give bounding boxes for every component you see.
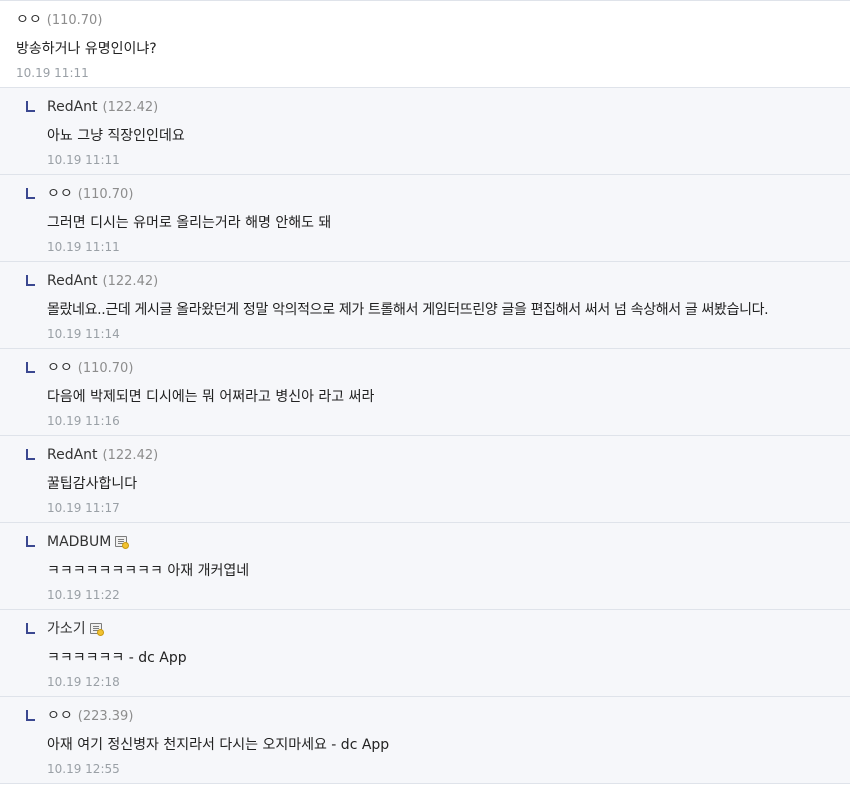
- reply-arrow-icon: [26, 101, 35, 112]
- comment-text: 방송하거나 유명인이냐?: [16, 41, 157, 57]
- comment-list: ㅇㅇ (110.70) 방송하거나 유명인이냐? 10.19 11:11 RedA…: [0, 0, 850, 784]
- comment-ip: (122.42): [102, 100, 159, 115]
- comment-ip: (122.42): [102, 448, 159, 463]
- gallery-member-icon: [89, 623, 104, 636]
- comment-date: 10.19 11:14: [47, 327, 120, 341]
- comment-nickname[interactable]: RedAnt: [47, 273, 98, 289]
- comment-nickname[interactable]: ㅇㅇ: [47, 360, 73, 376]
- reply-item: ㅇㅇ (110.70) 그러면 디시는 유머로 올리는거라 해명 안해도 돼 10…: [0, 175, 850, 262]
- comment-date: 10.19 11:17: [47, 501, 120, 515]
- reply-item: RedAnt (122.42) 아뇨 그냥 직장인인데요 10.19 11:11: [0, 88, 850, 175]
- gallery-member-icon: [115, 536, 130, 549]
- comment-nickname[interactable]: RedAnt: [47, 99, 98, 115]
- reply-arrow-icon: [26, 188, 35, 199]
- reply-arrow-icon: [26, 275, 35, 286]
- reply-item: RedAnt (122.42) 꿀팁감사합니다 10.19 11:17: [0, 436, 850, 523]
- comment-item: ㅇㅇ (110.70) 방송하거나 유명인이냐? 10.19 11:11: [0, 1, 850, 88]
- comment-date: 10.19 11:11: [47, 153, 120, 167]
- comment-date: 10.19 12:18: [47, 675, 120, 689]
- comment-nickname[interactable]: ㅇㅇ: [47, 186, 73, 202]
- comment-text: 다음에 박제되면 디시에는 뭐 어쩌라고 병신아 라고 써라: [47, 389, 375, 405]
- comment-text: ㅋㅋㅋㅋㅋㅋㅋㅋㅋ 아재 개커엽네: [47, 563, 250, 579]
- comment-nickname[interactable]: ㅇㅇ: [47, 708, 73, 724]
- comment-date: 10.19 11:22: [47, 588, 120, 602]
- reply-arrow-icon: [26, 362, 35, 373]
- comment-nickname[interactable]: RedAnt: [47, 447, 98, 463]
- comment-ip: (110.70): [77, 361, 134, 376]
- reply-arrow-icon: [26, 536, 35, 547]
- comment-date: 10.19 11:16: [47, 414, 120, 428]
- comment-ip: (223.39): [77, 709, 134, 724]
- comment-ip: (110.70): [77, 187, 134, 202]
- comment-text: 그러면 디시는 유머로 올리는거라 해명 안해도 돼: [47, 215, 332, 231]
- comment-text: 꿀팁감사합니다: [47, 476, 138, 492]
- comment-nickname[interactable]: MADBUM: [47, 534, 111, 550]
- comment-ip: (122.42): [102, 274, 159, 289]
- reply-arrow-icon: [26, 623, 35, 634]
- comment-nickname[interactable]: ㅇㅇ: [16, 12, 42, 28]
- reply-arrow-icon: [26, 710, 35, 721]
- comment-text: 아재 여기 정신병자 천지라서 다시는 오지마세요 - dc App: [47, 737, 390, 753]
- comment-nickname[interactable]: 가소기: [47, 621, 86, 637]
- reply-arrow-icon: [26, 449, 35, 460]
- comment-text: 몰랐네요..근데 게시글 올라왔던게 정말 악의적으로 제가 트롤해서 게임터뜨…: [47, 302, 769, 318]
- reply-item: RedAnt (122.42) 몰랐네요..근데 게시글 올라왔던게 정말 악의적…: [0, 262, 850, 349]
- comment-date: 10.19 12:55: [47, 762, 120, 776]
- reply-item: MADBUM ㅋㅋㅋㅋㅋㅋㅋㅋㅋ 아재 개커엽네 10.19 11:22: [0, 523, 850, 610]
- reply-item: ㅇㅇ (223.39) 아재 여기 정신병자 천지라서 다시는 오지마세요 - d…: [0, 697, 850, 784]
- comment-ip: (110.70): [46, 13, 103, 28]
- comment-date: 10.19 11:11: [47, 240, 120, 254]
- comment-text: ㅋㅋㅋㅋㅋㅋ - dc App: [47, 650, 187, 666]
- comment-text: 아뇨 그냥 직장인인데요: [47, 128, 185, 144]
- reply-item: 가소기 ㅋㅋㅋㅋㅋㅋ - dc App 10.19 12:18: [0, 610, 850, 697]
- comment-date: 10.19 11:11: [16, 66, 89, 80]
- reply-item: ㅇㅇ (110.70) 다음에 박제되면 디시에는 뭐 어쩌라고 병신아 라고 써…: [0, 349, 850, 436]
